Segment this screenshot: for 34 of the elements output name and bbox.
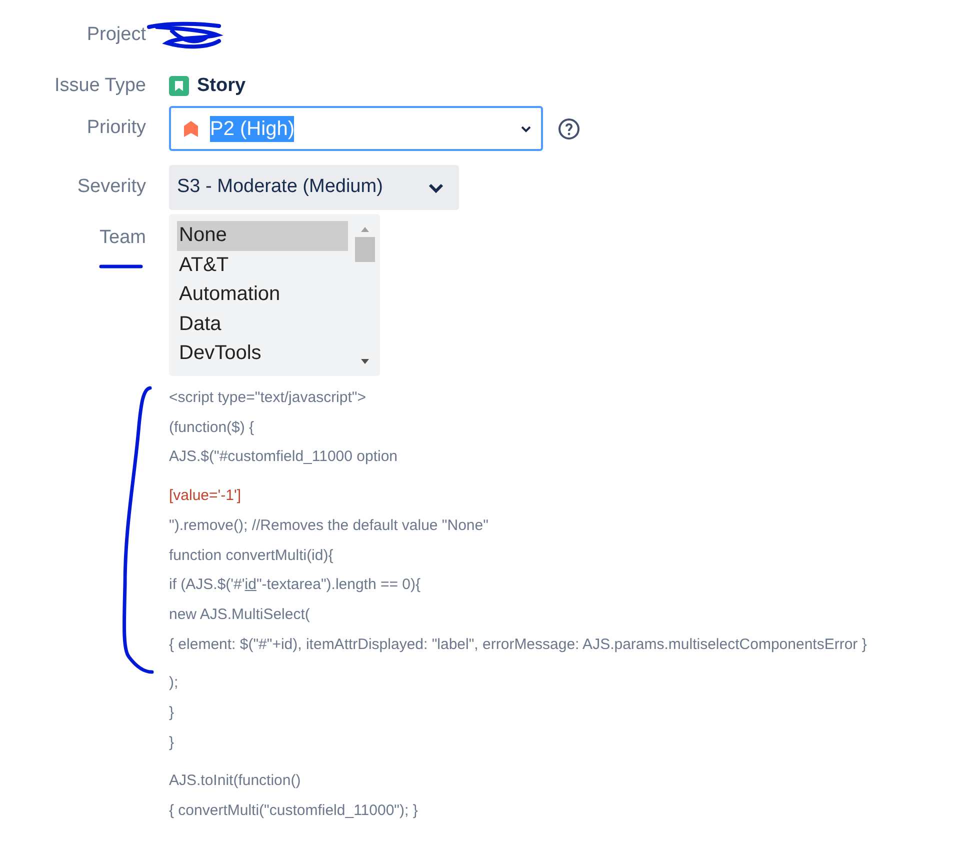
priority-icon bbox=[181, 118, 201, 138]
help-icon[interactable] bbox=[557, 116, 581, 140]
severity-select[interactable]: S3 - Moderate (Medium) bbox=[169, 165, 459, 210]
team-listbox[interactable]: None AT&T Automation Data DevTools bbox=[169, 214, 380, 376]
field-label: Project bbox=[86, 24, 146, 45]
issue-type-value: Story bbox=[197, 74, 246, 98]
code-line: if (AJS.$('#'id"-textarea").length == 0){ bbox=[169, 575, 422, 596]
field-label: Issue Type bbox=[54, 74, 146, 96]
team-option[interactable]: Data bbox=[177, 310, 348, 339]
code-line: <script type="text/javascript"> bbox=[169, 388, 367, 408]
code-line: } bbox=[169, 732, 176, 753]
code-line: ").remove(); //Removes the default value "None" bbox=[169, 516, 490, 536]
underline-mark bbox=[99, 264, 143, 269]
bookmark-icon bbox=[169, 76, 189, 96]
field-label: Team bbox=[100, 227, 146, 248]
code-line: ); bbox=[169, 673, 180, 694]
code-line: { convertMulti("customfield_11000"); } bbox=[169, 801, 419, 822]
team-option[interactable]: None bbox=[177, 221, 348, 250]
code-line: function convertMulti(id){ bbox=[169, 546, 334, 566]
scroll-up-icon[interactable] bbox=[360, 226, 370, 233]
code-line: [value='-1'] bbox=[169, 486, 242, 506]
scroll-thumb[interactable] bbox=[354, 237, 374, 262]
team-option[interactable]: Automation bbox=[177, 280, 348, 310]
scroll-down-icon[interactable] bbox=[360, 358, 370, 365]
team-option[interactable]: DevTools bbox=[177, 339, 348, 368]
code-line: } bbox=[169, 703, 176, 724]
team-option[interactable]: AT&T bbox=[177, 250, 348, 280]
code-line: (function($) { bbox=[169, 418, 256, 438]
code-line: { element: $("#"+id), itemAttrDisplayed: "label", errorMessage: AJS.params.multiselectComponentsError } bbox=[169, 634, 867, 655]
code-line: new AJS.MultiSelect( bbox=[169, 604, 311, 625]
code-line: AJS.$("#customfield_11000 option bbox=[169, 447, 399, 468]
code-line: AJS.toInit(function() bbox=[169, 771, 302, 792]
field-label: Priority bbox=[86, 117, 146, 138]
field-label: Severity bbox=[77, 176, 146, 198]
